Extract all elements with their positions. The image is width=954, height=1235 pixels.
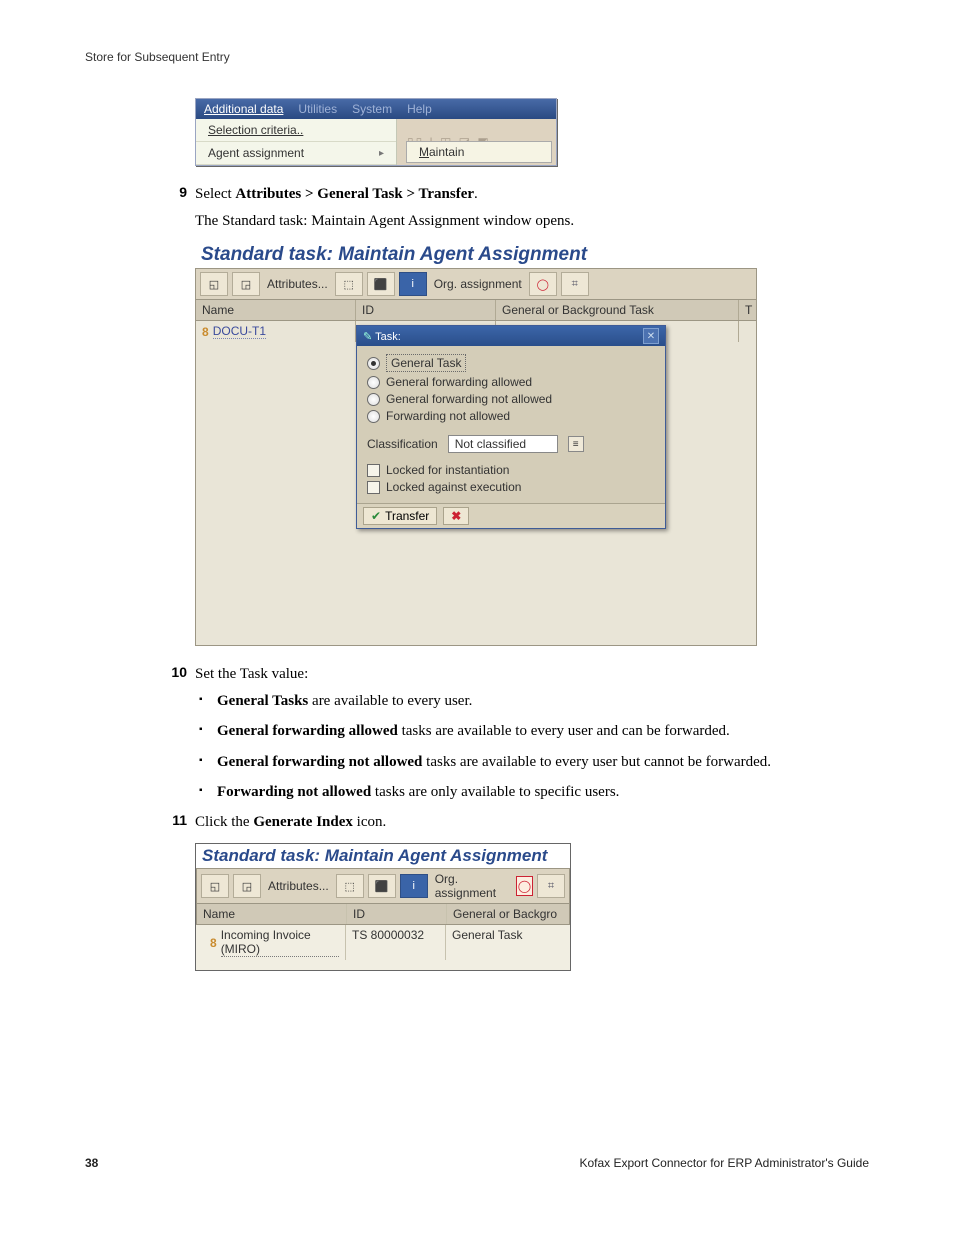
step11-text: Click the Generate Index icon.	[195, 812, 869, 833]
menu-agent-assignment[interactable]: Agent assignment ▸	[196, 142, 396, 165]
check-icon: ✔	[371, 509, 381, 523]
radio-icon	[367, 357, 380, 370]
toolbar-tree-icon[interactable]: ⌗	[561, 272, 589, 296]
check-label: Locked for instantiation	[386, 463, 509, 477]
toolbar-attributes[interactable]: Attributes...	[265, 879, 332, 893]
step-number: 11	[165, 812, 187, 828]
menu-help[interactable]: Help	[407, 102, 432, 116]
toolbar-icon-2[interactable]: ◲	[233, 874, 261, 898]
step9-line2: The Standard task: Maintain Agent Assign…	[195, 211, 869, 232]
dropdown-icon[interactable]: ≡	[568, 436, 584, 452]
checkbox-icon	[367, 464, 380, 477]
step-number: 10	[165, 664, 187, 680]
toolbar-icon-2[interactable]: ◲	[232, 272, 260, 296]
check-locked-execution[interactable]: Locked against execution	[367, 480, 655, 494]
cancel-icon: ✖	[451, 509, 461, 523]
toolbar-org-assignment[interactable]: Org. assignment	[432, 872, 512, 900]
toolbar-org-assignment[interactable]: Org. assignment	[431, 277, 525, 291]
page-number: 38	[85, 1156, 98, 1170]
window-title: Standard task: Maintain Agent Assignment	[195, 242, 757, 268]
classification-label: Classification	[367, 437, 438, 451]
toolbar-info-icon[interactable]: i	[399, 272, 427, 296]
toolbar-icon-1[interactable]: ◱	[200, 272, 228, 296]
menu-utilities[interactable]: Utilities	[298, 102, 337, 116]
task-window-screenshot: Standard task: Maintain Agent Assignment…	[195, 242, 757, 646]
radio-fwd-not-allowed[interactable]: General forwarding not allowed	[367, 392, 655, 406]
menu-additional-data[interactable]: Additional data	[204, 102, 283, 116]
menu-system[interactable]: System	[352, 102, 392, 116]
table-header: Name ID General or Background Task T	[195, 300, 757, 321]
radio-general-task[interactable]: General Task	[367, 354, 655, 372]
bullet-item: General forwarding allowed tasks are ava…	[217, 721, 869, 741]
radio-label: General Task	[386, 354, 466, 372]
bullet-item: General Tasks are available to every use…	[217, 691, 869, 711]
radio-icon	[367, 376, 380, 389]
toolbar-tree-icon[interactable]: ⌗	[537, 874, 565, 898]
th-id: ID	[356, 300, 496, 320]
task-window-screenshot-2: Standard task: Maintain Agent Assignment…	[195, 843, 571, 971]
table-header: Name ID General or Backgro	[196, 904, 570, 925]
checkbox-icon	[367, 481, 380, 494]
footer-doc-title: Kofax Export Connector for ERP Administr…	[579, 1156, 869, 1170]
step9-line1: Select Attributes > General Task > Trans…	[195, 184, 869, 205]
radio-label: Forwarding not allowed	[386, 409, 510, 423]
task-name: DOCU-T1	[213, 324, 266, 339]
submenu-maintain[interactable]: Maintain	[406, 141, 552, 163]
toolbar-icon-3[interactable]: ⬚	[335, 272, 363, 296]
task-name: Incoming Invoice (MIRO)	[221, 928, 339, 957]
th-id: ID	[347, 904, 447, 924]
window-title: Standard task: Maintain Agent Assignment	[196, 844, 570, 868]
toolbar-icon-1[interactable]: ◱	[201, 874, 229, 898]
pencil-icon: ✎	[363, 331, 372, 343]
bullet-item: Forwarding not allowed tasks are only av…	[217, 782, 869, 802]
classification-value[interactable]: Not classified	[448, 435, 558, 453]
th-name: Name	[196, 300, 356, 320]
page-header: Store for Subsequent Entry	[85, 50, 869, 64]
toolbar-attributes[interactable]: Attributes...	[264, 277, 331, 291]
th-general: General or Backgro	[447, 904, 569, 924]
chevron-right-icon: ▸	[379, 148, 384, 159]
close-icon[interactable]: ✕	[643, 328, 659, 344]
bullet-item: General forwarding not allowed tasks are…	[217, 752, 869, 772]
step-number: 9	[165, 184, 187, 200]
radio-icon	[367, 393, 380, 406]
task-id: TS 80000032	[346, 925, 446, 960]
radio-label: General forwarding not allowed	[386, 392, 552, 406]
radio-icon	[367, 410, 380, 423]
popup-title: ✎ Task:	[363, 330, 401, 343]
toolbar-generate-index-icon[interactable]: ◯	[529, 272, 557, 296]
menu-selection-criteria[interactable]: Selection criteria..	[196, 119, 396, 142]
toolbar: ◱ ◲ Attributes... ⬚ ⬛ i Org. assignment …	[195, 268, 757, 300]
th-general: General or Background Task	[496, 300, 738, 320]
menu-screenshot: Additional data Utilities System Help Se…	[195, 98, 557, 166]
radio-forwarding-not-allowed[interactable]: Forwarding not allowed	[367, 409, 655, 423]
cancel-button[interactable]: ✖	[443, 507, 469, 525]
th-t: T	[738, 300, 756, 320]
step10-intro: Set the Task value:	[195, 664, 869, 685]
toolbar-info-icon[interactable]: i	[400, 874, 428, 898]
task-popup: ✎ Task: ✕ General Task General forwardin…	[356, 325, 666, 529]
radio-fwd-allowed[interactable]: General forwarding allowed	[367, 375, 655, 389]
menu-agent-label: Agent assignment	[208, 146, 304, 160]
toolbar: ◱ ◲ Attributes... ⬚ ⬛ i Org. assignment …	[196, 868, 570, 904]
generate-index-icon[interactable]: ◯	[516, 876, 533, 896]
page-footer: 38 Kofax Export Connector for ERP Admini…	[85, 1156, 869, 1170]
transfer-button[interactable]: ✔ Transfer	[363, 507, 437, 525]
task-general: General Task	[446, 925, 570, 960]
toolbar-icon-4[interactable]: ⬛	[368, 874, 396, 898]
check-locked-instantiation[interactable]: Locked for instantiation	[367, 463, 655, 477]
toolbar-icon-4[interactable]: ⬛	[367, 272, 395, 296]
check-label: Locked against execution	[386, 480, 521, 494]
toolbar-icon-3[interactable]: ⬚	[336, 874, 364, 898]
menu-bar: Additional data Utilities System Help	[196, 99, 556, 119]
task-icon: 8	[210, 936, 217, 950]
table-row[interactable]: 8 Incoming Invoice (MIRO) TS 80000032 Ge…	[196, 925, 570, 960]
th-name: Name	[197, 904, 347, 924]
radio-label: General forwarding allowed	[386, 375, 532, 389]
task-icon: 8	[202, 325, 209, 339]
